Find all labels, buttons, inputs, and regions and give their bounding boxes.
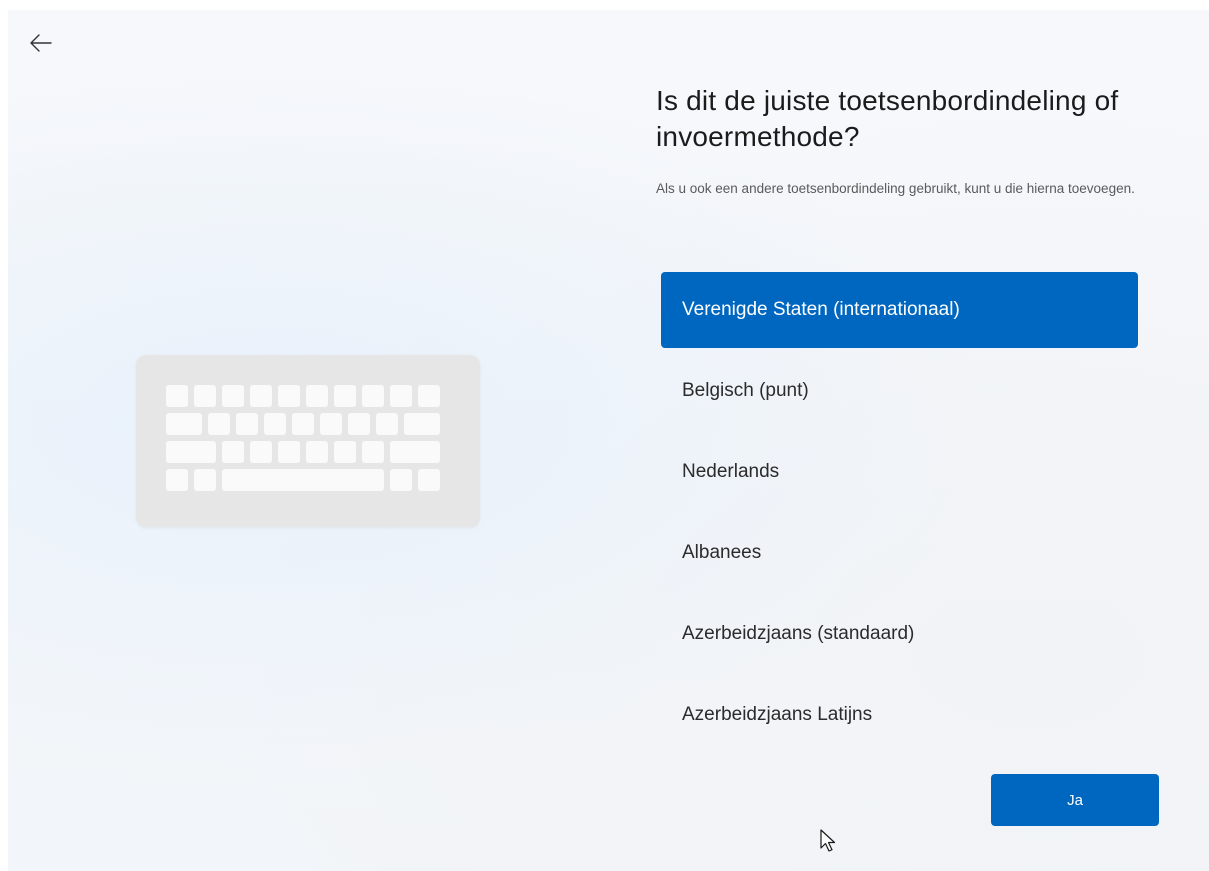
layout-item-label: Albanees — [682, 542, 762, 563]
layout-item[interactable]: Nederlands — [661, 434, 1138, 510]
keyboard-row — [166, 413, 440, 435]
page-title: Is dit de juiste toetsenbordindeling of … — [656, 85, 1119, 152]
confirm-button[interactable]: Ja — [991, 774, 1159, 826]
layout-item-label: Nederlands — [682, 461, 780, 482]
keyboard-row — [166, 469, 440, 491]
keyboard-row — [166, 441, 440, 463]
page-subtitle: Als u ook een andere toetsenbordindeling… — [656, 181, 1135, 196]
arrow-left-icon — [30, 34, 52, 52]
layout-item[interactable]: Belgisch (punt) — [661, 353, 1138, 429]
layout-item[interactable]: Azerbeidzjaans (standaard) — [661, 596, 1138, 672]
layout-item-selected[interactable]: Verenigde Staten (internationaal) — [661, 272, 1138, 348]
keyboard-icon — [136, 355, 480, 527]
oobe-screen: Is dit de juiste toetsenbordindeling of … — [8, 10, 1209, 871]
layout-item-label: Verenigde Staten (internationaal) — [682, 299, 960, 320]
layout-item-label: Azerbeidzjaans Latijns — [682, 704, 873, 725]
layout-item-label: Belgisch (punt) — [682, 380, 809, 401]
layout-item[interactable]: Albanees — [661, 515, 1138, 591]
back-button[interactable] — [26, 28, 56, 58]
mouse-pointer-icon — [820, 829, 836, 852]
layout-item[interactable]: Azerbeidzjaans Latijns — [661, 677, 1138, 742]
keyboard-row — [166, 385, 440, 407]
keyboard-layout-list[interactable]: Verenigde Staten (internationaal) Belgis… — [661, 272, 1138, 742]
layout-item-label: Azerbeidzjaans (standaard) — [682, 623, 915, 644]
